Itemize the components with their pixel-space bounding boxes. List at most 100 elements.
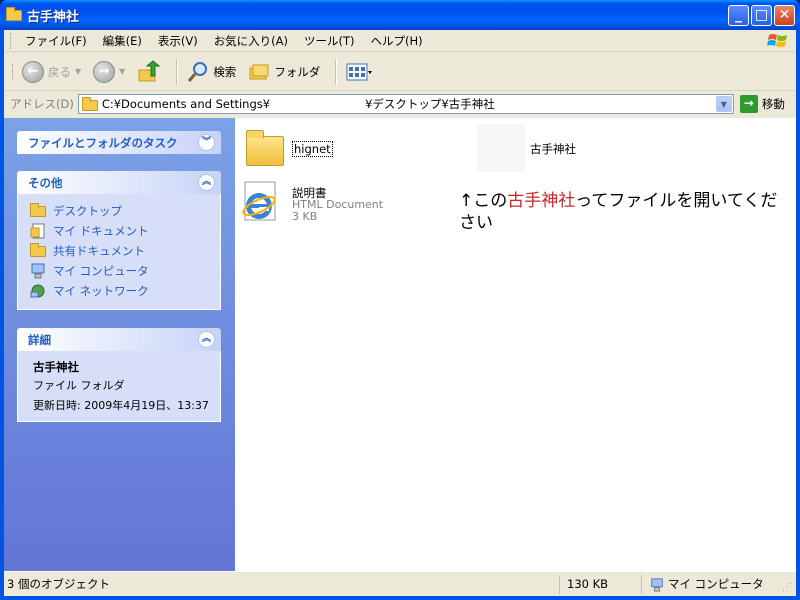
- network-icon: [30, 283, 46, 299]
- address-dropdown-icon[interactable]: ▼: [715, 96, 732, 112]
- views-button[interactable]: [343, 57, 375, 87]
- forward-button[interactable]: → ▼: [90, 57, 128, 87]
- file-tasks-header[interactable]: ファイルとフォルダのタスク ︾: [17, 131, 221, 154]
- go-label: 移動: [761, 97, 785, 111]
- status-bar: 3 個のオブジェクト 130 KB マイ コンピュータ ⋰: [4, 571, 796, 596]
- computer-icon: [651, 578, 663, 592]
- details-title: 詳細: [28, 332, 51, 347]
- toolbar-grip[interactable]: [10, 32, 13, 49]
- documents-icon: [30, 223, 46, 239]
- menu-tools[interactable]: ツール(T): [296, 31, 363, 51]
- search-icon: [188, 61, 208, 82]
- back-arrow-icon: ←: [22, 60, 44, 83]
- resize-grip-icon[interactable]: ⋰: [782, 582, 794, 594]
- back-label: 戻る: [48, 64, 71, 79]
- go-button[interactable]: → 移動: [739, 95, 785, 113]
- views-icon: [346, 63, 373, 80]
- folder-icon: [30, 203, 46, 219]
- link-label: マイ ネットワーク: [53, 284, 149, 298]
- menu-bar: ファイル(F) 編集(E) 表示(V) お気に入り(A) ツール(T) ヘルプ(…: [4, 30, 796, 52]
- details-body: 古手神社 ファイル フォルダ 更新日時: 2009年4月19日、13:37: [17, 351, 221, 422]
- file-item-size: 3 KB: [292, 210, 318, 223]
- status-size: 130 KB: [564, 575, 642, 594]
- instruction-annotation: ↑この古手神社ってファイルを開いてください: [459, 190, 789, 234]
- forward-arrow-icon: →: [93, 60, 116, 83]
- menu-view[interactable]: 表示(V): [150, 31, 206, 51]
- link-label: デスクトップ: [53, 204, 122, 218]
- address-value: C:¥Documents and Settings¥ ¥デスクトップ¥古手神社: [101, 97, 495, 111]
- file-item-name: 古手神社: [530, 142, 576, 156]
- file-item-html[interactable]: 説明書 HTML Document 3 KB: [239, 178, 399, 234]
- minimize-button[interactable]: _: [728, 5, 749, 26]
- folder-icon: [6, 7, 22, 22]
- folder-icon: [81, 96, 98, 111]
- back-button[interactable]: ← 戻る ▼: [19, 57, 84, 87]
- other-place-my-computer[interactable]: マイ コンピュータ: [18, 261, 220, 281]
- close-icon: ✕: [778, 7, 791, 23]
- toolbar-grip[interactable]: [12, 63, 15, 80]
- maximize-button[interactable]: □: [751, 5, 772, 26]
- other-places-panel: その他 ︽ デスクトップ マイ ドキュメント 共有ドキュメント マイ コンピュー…: [17, 171, 221, 310]
- annotation-prefix: ↑この: [459, 191, 508, 211]
- details-item-name: 古手神社: [33, 360, 79, 374]
- up-folder-icon: [138, 59, 161, 81]
- details-modified: 更新日時: 2009年4月19日、13:37: [33, 399, 209, 412]
- annotation-highlight: 古手神社: [507, 191, 576, 211]
- address-input[interactable]: C:¥Documents and Settings¥ ¥デスクトップ¥古手神社 …: [77, 94, 734, 114]
- status-location-label: マイ コンピュータ: [668, 577, 764, 591]
- link-label: 共有ドキュメント: [53, 244, 145, 258]
- file-tasks-panel: ファイルとフォルダのタスク ︾: [17, 131, 221, 154]
- collapse-chevron-icon[interactable]: ︽: [198, 331, 215, 348]
- windows-logo-icon: [767, 34, 787, 47]
- expand-chevron-icon[interactable]: ︾: [198, 134, 215, 151]
- other-places-header[interactable]: その他 ︽: [17, 171, 221, 194]
- menu-help[interactable]: ヘルプ(H): [363, 31, 431, 51]
- folders-button[interactable]: フォルダ: [245, 57, 323, 87]
- forward-dropdown-icon[interactable]: ▼: [119, 67, 125, 76]
- link-label: マイ ドキュメント: [53, 224, 149, 238]
- other-places-body: デスクトップ マイ ドキュメント 共有ドキュメント マイ コンピュータ マイ ネ…: [17, 194, 221, 310]
- details-item-type: ファイル フォルダ: [33, 379, 125, 392]
- blank-thumbnail-icon: [477, 124, 525, 172]
- details-header[interactable]: 詳細 ︽: [17, 328, 221, 351]
- search-label: 検索: [213, 64, 237, 79]
- search-button[interactable]: 検索: [184, 57, 239, 87]
- folders-label: フォルダ: [274, 64, 321, 79]
- toolbar-separator: [176, 58, 179, 85]
- collapse-chevron-icon[interactable]: ︽: [198, 174, 215, 191]
- window-title: 古手神社: [27, 9, 80, 25]
- computer-icon: [30, 263, 46, 279]
- maximize-icon: □: [754, 7, 769, 23]
- file-view: hignet 古手神社 説明書 HTML Document 3 KB ↑この古手…: [235, 118, 796, 571]
- folders-icon: [249, 64, 269, 79]
- file-item-name: hignet: [292, 141, 333, 157]
- address-bar: アドレス(D) C:¥Documents and Settings¥ ¥デスクト…: [4, 92, 796, 116]
- folder-icon: [30, 243, 46, 259]
- other-place-my-documents[interactable]: マイ ドキュメント: [18, 221, 220, 241]
- folder-icon: [246, 130, 284, 166]
- menu-file[interactable]: ファイル(F): [17, 31, 95, 51]
- file-item-folder[interactable]: hignet: [243, 128, 383, 172]
- status-location: マイ コンピュータ: [646, 575, 776, 594]
- menu-edit[interactable]: 編集(E): [95, 31, 150, 51]
- address-label: アドレス(D): [10, 97, 74, 111]
- task-pane: ファイルとフォルダのタスク ︾ その他 ︽ デスクトップ マイ ドキュメント 共…: [4, 118, 235, 571]
- go-arrow-icon: →: [739, 95, 758, 113]
- details-panel: 詳細 ︽ 古手神社 ファイル フォルダ 更新日時: 2009年4月19日、13:…: [17, 328, 221, 422]
- toolbar-separator: [335, 58, 338, 85]
- up-folder-button[interactable]: [134, 57, 164, 87]
- internet-explorer-icon: [242, 181, 276, 221]
- back-dropdown-icon[interactable]: ▼: [75, 67, 81, 76]
- file-item-blank[interactable]: 古手神社: [477, 124, 617, 174]
- title-bar[interactable]: 古手神社 _ □ ✕: [0, 0, 800, 30]
- minimize-icon: _: [735, 7, 742, 23]
- file-tasks-title: ファイルとフォルダのタスク: [28, 135, 178, 150]
- standard-toolbar: ← 戻る ▼ → ▼ 検索 フォルダ: [4, 53, 796, 91]
- other-places-title: その他: [28, 175, 63, 190]
- other-place-shared-documents[interactable]: 共有ドキュメント: [18, 241, 220, 261]
- menu-favorites[interactable]: お気に入り(A): [206, 31, 296, 51]
- other-place-desktop[interactable]: デスクトップ: [18, 201, 220, 221]
- status-object-count: 3 個のオブジェクト: [4, 575, 560, 594]
- close-button[interactable]: ✕: [774, 5, 795, 26]
- other-place-my-network[interactable]: マイ ネットワーク: [18, 281, 220, 301]
